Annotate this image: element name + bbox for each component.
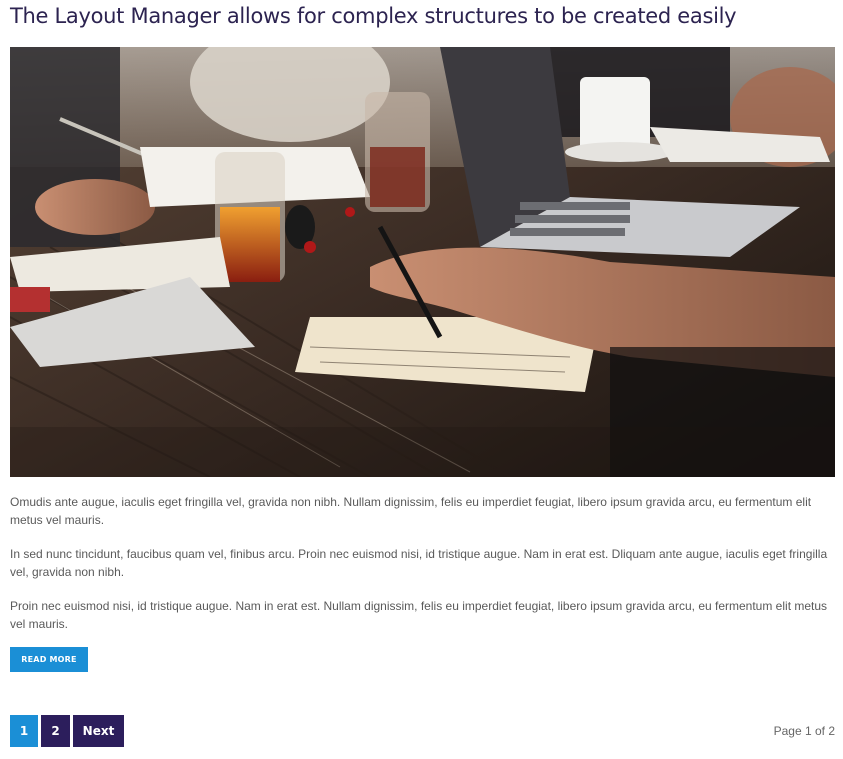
page-count-text: Page 1 of 2 [773,724,835,738]
page-2-button[interactable]: 2 [41,715,70,747]
blog-post-page: The Layout Manager allows for complex st… [0,0,843,759]
post-title[interactable]: The Layout Manager allows for complex st… [10,2,737,30]
post-paragraph: Omudis ante augue, iaculis eget fringill… [10,495,812,527]
meeting-table-photo [10,47,835,477]
post-paragraph: Proin nec euismod nisi, id tristique aug… [10,599,828,631]
post-featured-image[interactable] [10,47,835,477]
post-paragraph: In sed nunc tincidunt, faucibus quam vel… [10,547,828,579]
page-1-button[interactable]: 1 [10,715,38,747]
read-more-button[interactable]: READ MORE [10,647,88,672]
pagination: 1 2 Next [10,715,124,747]
next-page-button[interactable]: Next [73,715,124,747]
